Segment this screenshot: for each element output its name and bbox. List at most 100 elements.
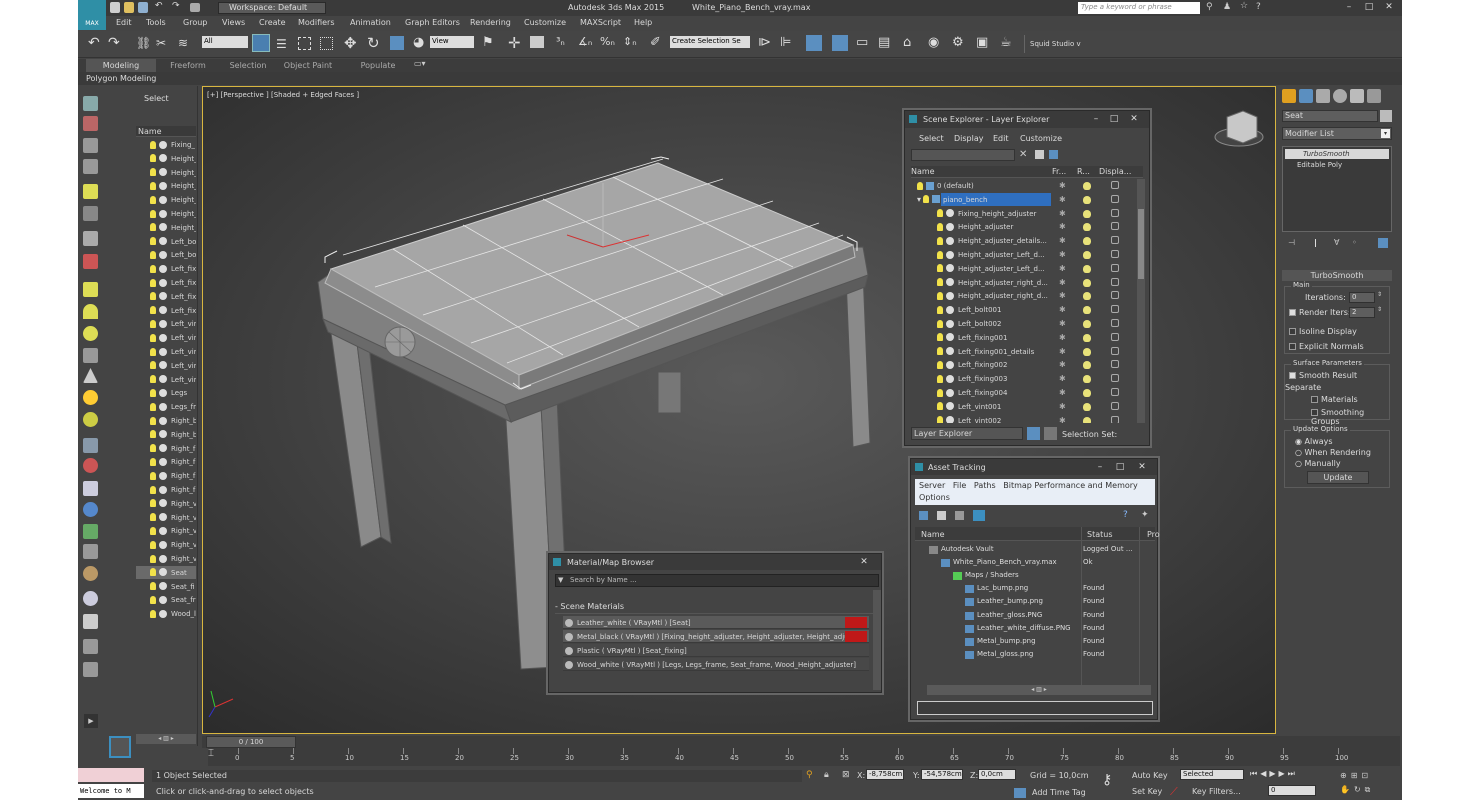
open-file-icon[interactable] (124, 2, 134, 13)
light-bulb-icon[interactable] (937, 416, 943, 423)
light-bulb-icon[interactable] (150, 540, 156, 549)
zoom-icon[interactable]: ⊕ (1340, 771, 1351, 780)
star-icon[interactable]: ☆ (1240, 1, 1248, 11)
renderable-icon[interactable] (1083, 333, 1091, 342)
list-item[interactable]: Left_fix (136, 290, 196, 303)
asset-table-icon[interactable] (955, 511, 964, 520)
list-item[interactable]: Left_fix (136, 262, 196, 275)
add-time-tag-icon[interactable] (1014, 788, 1026, 798)
scene-list-select-menu[interactable]: Select (144, 94, 169, 103)
move-icon[interactable]: ✥ (344, 34, 357, 52)
asset-refresh-icon[interactable] (919, 511, 928, 520)
light-bulb-icon[interactable] (937, 291, 943, 300)
se-row[interactable]: Left_bolt002 ✱ (911, 317, 1135, 330)
renderable-icon[interactable] (1083, 416, 1091, 423)
particles-icon[interactable] (83, 438, 98, 453)
freeze-icon[interactable]: ✱ (1059, 402, 1067, 411)
render-dot-icon[interactable] (159, 430, 167, 439)
menu-animation[interactable]: Animation (350, 18, 391, 27)
ribbon-options-icon[interactable]: ▭▾ (414, 59, 426, 68)
select-by-name-icon[interactable]: ☰ (276, 37, 287, 51)
render-dot-icon[interactable] (159, 513, 167, 522)
light-bulb-icon[interactable] (937, 250, 943, 259)
object-name-input[interactable]: Seat (1282, 110, 1378, 122)
materials-row[interactable]: Materials (1311, 395, 1358, 404)
asset-menu-options[interactable]: Options (919, 493, 950, 502)
viewport-label[interactable]: [+] [Perspective ] [Shaded + Edged Faces… (207, 91, 359, 99)
asset-pin-icon[interactable]: ✦ (1141, 510, 1149, 520)
renderable-icon[interactable] (1083, 347, 1091, 356)
render-dot-icon[interactable] (159, 444, 167, 453)
percent-snap-icon[interactable]: %ₙ (600, 35, 615, 48)
material-editor-icon[interactable]: ◉ (928, 35, 939, 50)
scene-explorer-icon[interactable] (832, 35, 848, 51)
light-bulb-icon[interactable] (150, 568, 156, 577)
list-item[interactable]: Left_vir (136, 359, 196, 372)
display-box-icon[interactable] (1111, 194, 1119, 203)
list-item[interactable]: Right_v (136, 511, 196, 524)
light-bulb-icon[interactable] (150, 609, 156, 618)
key-target-dropdown[interactable]: Selected (1180, 769, 1244, 780)
list-item[interactable]: Right_f (136, 483, 196, 496)
renderable-icon[interactable] (1083, 361, 1091, 370)
render-dot-icon[interactable] (159, 140, 167, 149)
se-row[interactable]: Height_adjuster ✱ (911, 220, 1135, 233)
renderable-icon[interactable] (1083, 237, 1091, 246)
material-search-options-icon[interactable]: ▼ (558, 576, 563, 584)
light-bulb-icon[interactable] (937, 278, 943, 287)
tab-object-paint[interactable]: Object Paint (278, 59, 338, 72)
save-file-icon[interactable] (138, 2, 148, 13)
light-bulb-icon[interactable] (150, 595, 156, 604)
render-dot-icon[interactable] (159, 237, 167, 246)
workspace-dropdown[interactable]: Workspace: Default (218, 2, 326, 14)
maximize-viewport-icon[interactable]: ⧉ (1365, 785, 1375, 794)
list-item[interactable]: Height_ (136, 152, 196, 165)
list-item[interactable]: Right_b (136, 414, 196, 427)
display-box-icon[interactable] (1111, 401, 1119, 410)
list-item[interactable]: Left_fix (136, 276, 196, 289)
render-dot-icon[interactable] (159, 554, 167, 563)
mini-curve-editor-icon[interactable]: ⌶ (208, 748, 224, 764)
light-bulb-icon[interactable] (937, 319, 943, 328)
light-bulb-icon[interactable] (150, 513, 156, 522)
light-bulb-icon[interactable] (937, 222, 943, 231)
omni-icon[interactable] (83, 412, 98, 427)
curve-editor-icon[interactable]: ▤ (878, 35, 890, 50)
renderable-icon[interactable] (1083, 223, 1091, 232)
display-box-icon[interactable] (1111, 360, 1119, 369)
freeze-icon[interactable]: ✱ (1059, 306, 1067, 314)
material-row[interactable]: Wood_white ( VRayMtl ) [Legs, Legs_frame… (563, 658, 869, 671)
asset-col-status[interactable]: Status (1087, 530, 1113, 539)
list-item[interactable]: Fixing_ (136, 138, 196, 151)
list-item[interactable]: Left_bo (136, 248, 196, 261)
scene-explorer-maximize[interactable]: □ (1107, 114, 1121, 125)
menu-maxscript[interactable]: MAXScript (580, 18, 621, 27)
renderable-icon[interactable] (1083, 251, 1091, 259)
create-tab-icon[interactable] (1282, 89, 1296, 103)
asset-col-name[interactable]: Name (921, 530, 945, 539)
freeze-icon[interactable]: ✱ (1059, 278, 1067, 287)
freeze-icon[interactable]: ✱ (1059, 251, 1067, 259)
se-row[interactable]: Left_fixing004 ✱ (911, 386, 1135, 399)
light-bulb-icon[interactable] (150, 485, 156, 494)
display-box-icon[interactable] (1111, 250, 1119, 258)
isoline-checkbox[interactable] (1289, 328, 1296, 335)
list-item[interactable]: Seat (136, 565, 196, 579)
light-bulb-icon[interactable] (937, 402, 943, 411)
list-item[interactable]: Left_vir (136, 345, 196, 358)
se-row[interactable]: Height_adjuster_Left_d... ✱ (911, 262, 1135, 275)
set-key-icon[interactable]: ⟋ (1170, 785, 1178, 799)
update-button[interactable]: Update (1307, 471, 1369, 484)
light-bulb-icon[interactable] (150, 361, 156, 370)
light-bulb-icon[interactable] (937, 264, 943, 273)
material-row[interactable]: Metal_black ( VRayMtl ) [Fixing_height_a… (563, 630, 869, 643)
display-box-icon[interactable] (1111, 222, 1119, 231)
list-item[interactable]: Seat_fi (136, 580, 196, 593)
light-bulb-icon[interactable] (923, 195, 930, 204)
tab-populate[interactable]: Populate (348, 59, 408, 72)
light-bulb-icon[interactable] (150, 375, 156, 384)
teapot-icon[interactable] (83, 96, 98, 111)
light-bulb-icon[interactable] (937, 236, 943, 245)
list-item[interactable]: Right_f (136, 469, 196, 482)
light-bulb-icon[interactable] (937, 209, 943, 218)
